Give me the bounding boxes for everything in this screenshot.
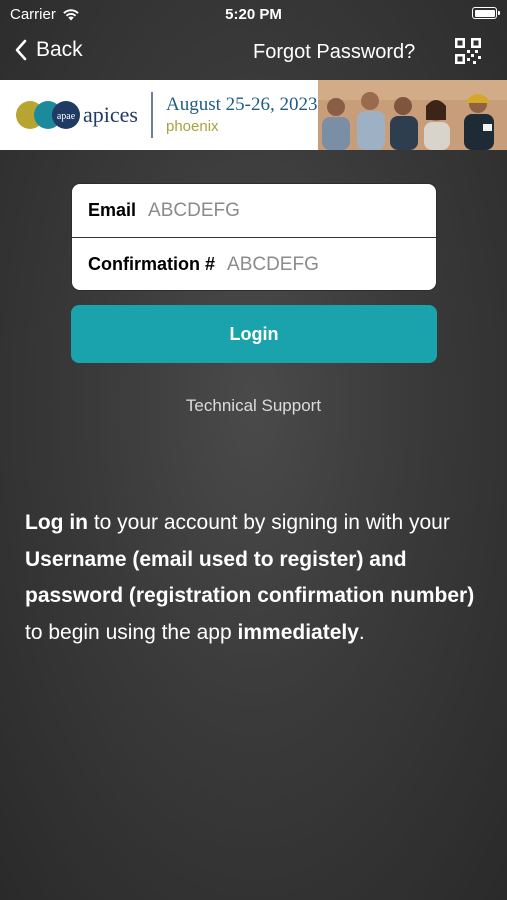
banner-divider xyxy=(151,92,153,138)
email-row: Email xyxy=(72,184,436,237)
forgot-password-button[interactable]: Forgot Password? xyxy=(253,41,415,64)
intro-text-6: . xyxy=(358,620,365,644)
login-instructions: Log in to your account by signing in wit… xyxy=(25,505,485,651)
back-label: Back xyxy=(36,38,83,61)
event-date: August 25-26, 2023 xyxy=(166,94,318,115)
attendees-illustration xyxy=(318,80,507,150)
intro-bold-5: immediately xyxy=(237,620,359,644)
brand-name: apices xyxy=(83,102,138,127)
nav-bar: Back Forgot Password? xyxy=(0,28,507,78)
intro-text-4: to begin using the app xyxy=(25,620,238,644)
confirmation-label: Confirmation # xyxy=(88,254,216,274)
intro-bold-3: Username (email used to register) and pa… xyxy=(25,547,475,608)
email-field[interactable] xyxy=(148,199,329,222)
apae-logo-icon: apae xyxy=(16,101,80,129)
event-city: phoenix xyxy=(166,118,219,135)
status-bar: Carrier 5:20 PM xyxy=(0,0,507,28)
intro-text-2: to your account by signing in with your xyxy=(87,511,450,534)
qr-code-icon[interactable] xyxy=(453,36,483,66)
event-banner[interactable]: apae apices August 25-26, 2023 phoenix xyxy=(0,80,507,150)
technical-support-link[interactable]: Technical Support xyxy=(0,396,507,416)
status-time: 5:20 PM xyxy=(225,6,282,23)
logo-letters: apae xyxy=(57,111,76,122)
confirmation-row: Confirmation # xyxy=(72,238,436,291)
login-form: Email Confirmation # xyxy=(71,183,437,291)
confirmation-field[interactable] xyxy=(227,253,408,276)
battery-icon xyxy=(472,7,500,19)
login-button[interactable]: Login xyxy=(71,305,437,363)
attendees-photo xyxy=(318,80,507,150)
email-label: Email xyxy=(88,200,137,220)
back-button[interactable]: Back xyxy=(14,38,83,62)
intro-bold-1: Log in xyxy=(25,511,88,534)
chevron-left-icon xyxy=(15,39,27,61)
